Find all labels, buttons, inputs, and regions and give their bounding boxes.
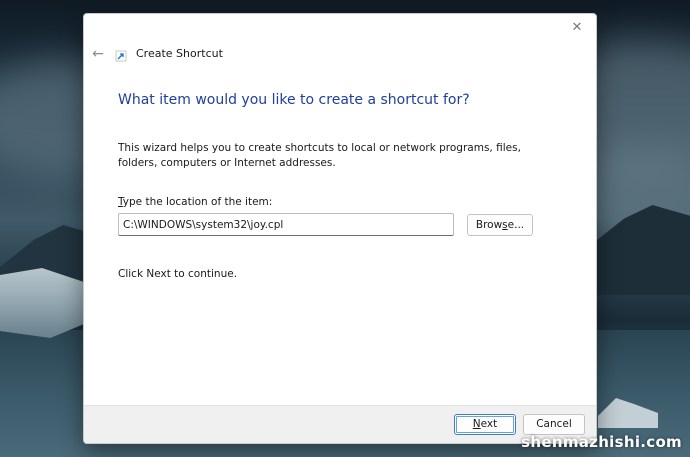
- next-button[interactable]: Next: [454, 414, 516, 435]
- wizard-heading: What item would you like to create a sho…: [118, 92, 470, 108]
- shortcut-icon: [115, 50, 127, 62]
- back-arrow-icon[interactable]: ←: [90, 46, 106, 62]
- continue-hint: Click Next to continue.: [118, 268, 238, 280]
- wizard-description: This wizard helps you to create shortcut…: [118, 142, 521, 169]
- dialog-footer: Next Cancel: [84, 405, 596, 443]
- dialog-title: Create Shortcut: [136, 47, 223, 60]
- browse-label-pre: Brow: [475, 219, 503, 231]
- browse-button[interactable]: Browse...: [467, 214, 533, 236]
- location-label-text: ype the location of the item:: [122, 196, 273, 208]
- browse-label-post: e...: [507, 219, 525, 231]
- location-label: Type the location of the item:: [118, 196, 272, 208]
- glacier-ice: [0, 268, 84, 338]
- location-input[interactable]: [118, 213, 454, 236]
- cancel-button[interactable]: Cancel: [523, 414, 585, 435]
- close-icon[interactable]: ✕: [568, 19, 586, 37]
- create-shortcut-dialog: ✕ ← Create Shortcut What item would you …: [83, 13, 597, 444]
- watermark: shenmazhishi.com: [521, 433, 682, 451]
- next-label-accesskey: N: [472, 418, 481, 430]
- next-label-text: ext: [480, 418, 498, 430]
